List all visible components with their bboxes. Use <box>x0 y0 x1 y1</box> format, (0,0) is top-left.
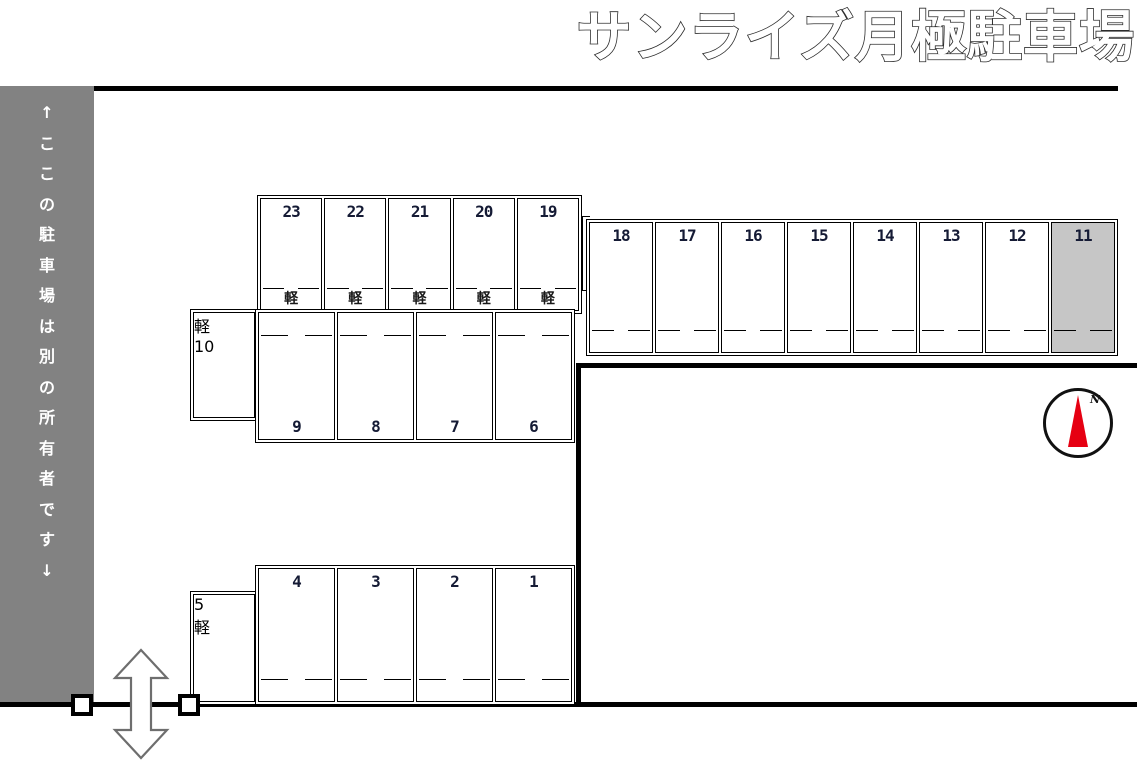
stall-number: 3 <box>371 572 381 591</box>
row-connector-top <box>582 216 590 217</box>
row-connector-left <box>582 216 583 291</box>
stall-22[interactable]: 22 軽 <box>324 198 387 311</box>
stall-10[interactable]: 軽 10 <box>190 309 258 421</box>
stall-number: 12 <box>1008 226 1026 245</box>
owner-note-char: こ <box>38 164 55 183</box>
stall-number: 17 <box>678 226 696 245</box>
compass-north-needle-icon <box>1068 395 1088 447</box>
owner-note-char: 駐 <box>38 225 55 244</box>
stall-3[interactable]: 3 <box>337 568 414 702</box>
stall-number: 20 <box>475 202 493 221</box>
owner-note-char: 場 <box>38 286 55 305</box>
stall-number: 18 <box>612 226 630 245</box>
stall-number: 4 <box>292 572 302 591</box>
kei-label: 軽 <box>476 291 491 307</box>
page-title: サンライズ月極駐車場 <box>576 4 1135 70</box>
stall-14[interactable]: 14 <box>853 222 917 353</box>
stall-1[interactable]: 1 <box>495 568 572 702</box>
kei-label: 軽 <box>412 291 427 307</box>
owner-note-char: す <box>38 530 55 549</box>
stall-row-right: 18 17 16 15 14 13 12 11 <box>586 219 1118 356</box>
stall-number: 21 <box>410 202 429 221</box>
compass-north-label: N <box>1089 393 1100 406</box>
stall-row-top: 23 軽 22 軽 21 軽 20 軽 19 軽 <box>257 195 582 314</box>
owner-note-char: 者 <box>38 469 55 488</box>
kei-label: 軽 <box>348 291 363 307</box>
owner-note-char: 車 <box>38 255 55 275</box>
parking-lot-map: サンライズ月極駐車場 ↑ ここの駐車場は別の所有者です ↓ 23 軽 22 軽 21… <box>0 0 1137 763</box>
stall-number: 7 <box>450 417 460 436</box>
stall-number: 6 <box>529 417 539 436</box>
stall-number: 8 <box>371 417 381 436</box>
stall-number: 2 <box>450 572 460 591</box>
gate-post-right <box>178 694 200 716</box>
stall-20[interactable]: 20 軽 <box>452 198 515 311</box>
stall-6[interactable]: 6 <box>495 312 572 440</box>
owner-note-char: で <box>38 499 55 519</box>
stall-5[interactable]: 5 軽 <box>190 591 258 705</box>
kei-label: 軽 <box>194 317 211 336</box>
stall-number: 15 <box>810 226 828 245</box>
interior-wall-vertical <box>576 363 581 707</box>
stall-17[interactable]: 17 <box>655 222 719 353</box>
stall-number: 16 <box>744 226 762 245</box>
stall-16[interactable]: 16 <box>721 222 785 353</box>
entrance-exit-arrow-icon <box>112 648 170 760</box>
stall-2[interactable]: 2 <box>416 568 493 702</box>
site-boundary-top <box>94 86 1118 91</box>
stall-number: 14 <box>876 226 894 245</box>
owner-note-char: 別 <box>38 347 55 366</box>
stall-19[interactable]: 19 軽 <box>516 198 580 311</box>
stall-number: 11 <box>1074 226 1092 245</box>
stall-number: 1 <box>529 572 539 591</box>
stall-18[interactable]: 18 <box>589 222 653 353</box>
kei-label: 軽 <box>540 291 555 307</box>
stall-4[interactable]: 4 <box>258 568 335 702</box>
stall-15[interactable]: 15 <box>787 222 851 353</box>
owner-note-char: こ <box>38 133 55 153</box>
stall-9[interactable]: 9 <box>258 312 335 440</box>
owner-note-char: ↑ <box>40 103 54 122</box>
stall-number: 23 <box>282 202 300 221</box>
owner-note-char: 所 <box>38 408 55 427</box>
stall-number: 9 <box>292 417 302 436</box>
kei-label: 軽 <box>284 291 299 307</box>
stall-7[interactable]: 7 <box>416 312 493 440</box>
owner-note-char: は <box>38 316 55 336</box>
kei-label: 軽 <box>194 618 211 637</box>
owner-note-char: 有 <box>38 438 55 458</box>
stall-number: 10 <box>194 337 215 356</box>
stall-number: 22 <box>346 202 365 221</box>
owner-note-char: の <box>38 194 55 214</box>
stall-13[interactable]: 13 <box>919 222 983 353</box>
stall-row-bottom: 4 3 2 1 <box>255 565 575 705</box>
gate-post-left <box>71 694 93 716</box>
owner-note-char: の <box>38 377 55 397</box>
interior-wall-horizontal <box>576 363 1137 368</box>
stall-11[interactable]: 11 <box>1051 222 1115 353</box>
stall-8[interactable]: 8 <box>337 312 414 440</box>
stall-number: 13 <box>942 226 960 245</box>
stall-23[interactable]: 23 軽 <box>260 198 323 311</box>
owner-note-char: ↓ <box>40 560 54 580</box>
stall-12[interactable]: 12 <box>985 222 1049 353</box>
stall-21[interactable]: 21 軽 <box>388 198 451 311</box>
stall-number: 19 <box>539 202 557 221</box>
compass-rose: N <box>1043 388 1113 458</box>
stall-number: 5 <box>194 595 205 614</box>
adjacent-owner-strip: ↑ ここの駐車場は別の所有者です ↓ <box>0 86 94 705</box>
stall-row-middle: 9 8 7 6 <box>255 309 575 443</box>
adjacent-owner-note: ↑ ここの駐車場は別の所有者です ↓ <box>0 98 94 586</box>
